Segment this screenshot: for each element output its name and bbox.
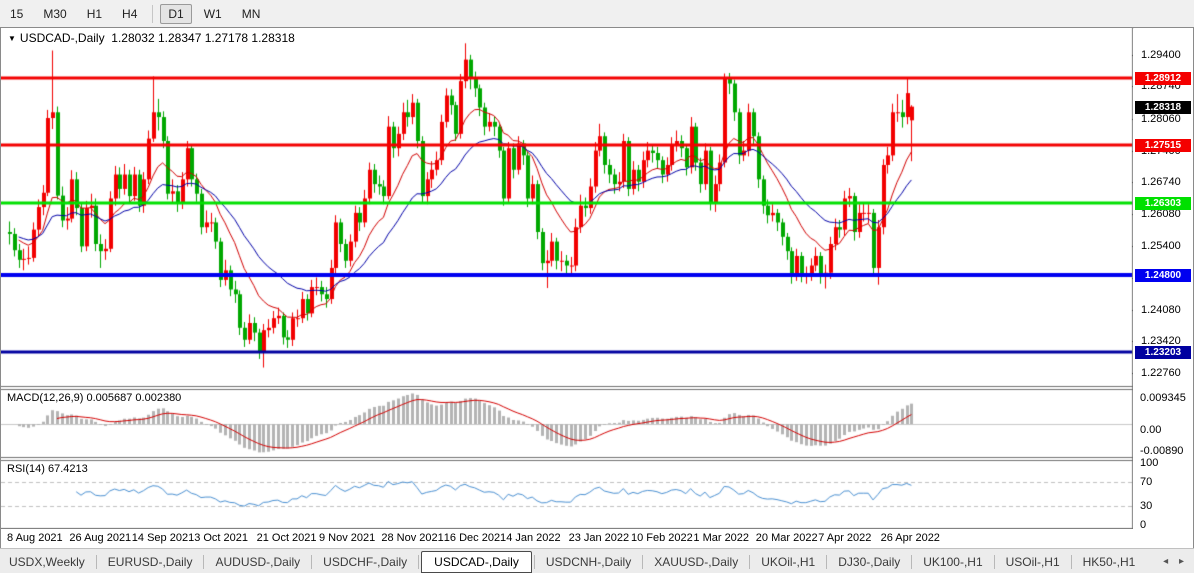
price-tick-label: 1.24080 (1141, 304, 1181, 316)
date-tick-label: 26 Apr 2022 (881, 532, 940, 544)
level-price-badge: 1.28912 (1135, 72, 1191, 85)
timeframe-button-mn[interactable]: MN (234, 4, 269, 24)
date-tick-label: 4 Jan 2022 (506, 532, 560, 544)
tab-scroll-arrows[interactable]: ◂ ▸ (1163, 556, 1188, 567)
price-tick-label: 1.28060 (1141, 113, 1181, 125)
symbol-label: USDCAD-,Daily (20, 31, 105, 45)
macd-tick-label: -0.00890 (1140, 445, 1183, 457)
date-tick-label: 3 Oct 2021 (194, 532, 248, 544)
price-axis[interactable]: 1.294001.287401.280601.274001.267401.260… (1133, 29, 1193, 529)
tab-dj30-daily[interactable]: DJ30-,Daily (829, 552, 909, 572)
tab-separator (203, 555, 204, 569)
chart-window: ▼ USDCAD-,Daily 1.28032 1.28347 1.27178 1… (0, 27, 1194, 550)
tab-separator (749, 555, 750, 569)
timeframe-button-h1[interactable]: H1 (79, 4, 110, 24)
tab-uk100-h1[interactable]: UK100-,H1 (914, 552, 991, 572)
date-tick-label: 9 Nov 2021 (319, 532, 375, 544)
tab-usoil-h1[interactable]: USOil-,H1 (997, 552, 1069, 572)
tab-separator (311, 555, 312, 569)
tab-separator (534, 555, 535, 569)
tab-separator (911, 555, 912, 569)
rsi-value: 67.4213 (48, 463, 88, 475)
macd-tick-label: 0.009345 (1140, 392, 1186, 404)
rsi-tick-label: 70 (1140, 476, 1152, 488)
level-price-badge: 1.23203 (1135, 346, 1191, 359)
chart-title: ▼ USDCAD-,Daily 1.28032 1.28347 1.27178 1… (8, 31, 295, 45)
timeframe-toolbar: 15M30H1H4 D1W1MN (0, 0, 1194, 28)
date-tick-label: 20 Mar 2022 (756, 532, 818, 544)
tab-eurusd-daily[interactable]: EURUSD-,Daily (99, 552, 202, 572)
level-price-badge: 1.26303 (1135, 197, 1191, 210)
rsi-tick-label: 100 (1140, 457, 1158, 469)
ohlc-values: 1.28032 1.28347 1.27178 1.28318 (111, 31, 295, 45)
timeframe-button-w1[interactable]: W1 (196, 4, 230, 24)
tab-usdx-weekly[interactable]: USDX,Weekly (0, 552, 94, 572)
date-tick-label: 28 Nov 2021 (381, 532, 443, 544)
timeframe-button-m30[interactable]: M30 (35, 4, 74, 24)
date-tick-label: 16 Dec 2021 (444, 532, 506, 544)
tab-usdcad-daily[interactable]: USDCAD-,Daily (421, 551, 532, 573)
price-tick-label: 1.25400 (1141, 240, 1181, 252)
tab-separator (96, 555, 97, 569)
tab-separator (418, 555, 419, 569)
toolbar-separator (152, 5, 153, 23)
chevron-down-icon[interactable]: ▼ (8, 34, 16, 43)
tab-separator (642, 555, 643, 569)
macd-indicator-label: MACD(12,26,9) 0.005687 0.002380 (7, 392, 181, 404)
current-price-badge: 1.28318 (1135, 101, 1191, 114)
tab-separator (1071, 555, 1072, 569)
tab-hk50-h1[interactable]: HK50-,H1 (1074, 552, 1145, 572)
chart-tab-bar: USDX,WeeklyEURUSD-,DailyAUDUSD-,DailyUSD… (0, 548, 1194, 573)
rsi-title: RSI(14) (7, 463, 45, 475)
tab-xauusd-daily[interactable]: XAUUSD-,Daily (645, 552, 747, 572)
level-price-badge: 1.24800 (1135, 269, 1191, 282)
price-tick-label: 1.29400 (1141, 49, 1181, 61)
timeframe-button-15[interactable]: 15 (2, 4, 31, 24)
level-price-badge: 1.27515 (1135, 139, 1191, 152)
rsi-tick-label: 30 (1140, 500, 1152, 512)
price-chart-canvas[interactable] (1, 28, 1193, 547)
tab-audusd-daily[interactable]: AUDUSD-,Daily (206, 552, 309, 572)
date-tick-label: 10 Feb 2022 (631, 532, 693, 544)
date-tick-label: 8 Aug 2021 (7, 532, 63, 544)
price-tick-label: 1.22760 (1141, 367, 1181, 379)
price-tick-label: 1.26740 (1141, 176, 1181, 188)
mt4-window: 15M30H1H4 D1W1MN ▼ USDCAD-,Daily 1.28032 1… (0, 0, 1194, 573)
macd-tick-label: 0.00 (1140, 424, 1161, 436)
date-tick-label: 7 Apr 2022 (818, 532, 871, 544)
tab-usdchf-daily[interactable]: USDCHF-,Daily (314, 552, 416, 572)
rsi-indicator-label: RSI(14) 67.4213 (7, 463, 88, 475)
time-axis[interactable]: 8 Aug 2021 26 Aug 202114 Sep 20213 Oct 20… (1, 529, 1132, 548)
rsi-tick-label: 0 (1140, 519, 1146, 531)
date-tick-label: 21 Oct 2021 (257, 532, 317, 544)
date-tick-label: 23 Jan 2022 (569, 532, 630, 544)
date-tick-label: 26 Aug 2021 (69, 532, 131, 544)
tab-ukoil-h1[interactable]: UKOil-,H1 (752, 552, 824, 572)
macd-title: MACD(12,26,9) (7, 392, 83, 404)
tab-separator (826, 555, 827, 569)
date-tick-label: 1 Mar 2022 (693, 532, 749, 544)
timeframe-button-h4[interactable]: H4 (114, 4, 145, 24)
tab-usdcnh-daily[interactable]: USDCNH-,Daily (537, 552, 640, 572)
macd-values: 0.005687 0.002380 (86, 392, 181, 404)
timeframe-button-d1[interactable]: D1 (160, 4, 191, 24)
tab-separator (994, 555, 995, 569)
date-tick-label: 14 Sep 2021 (132, 532, 194, 544)
